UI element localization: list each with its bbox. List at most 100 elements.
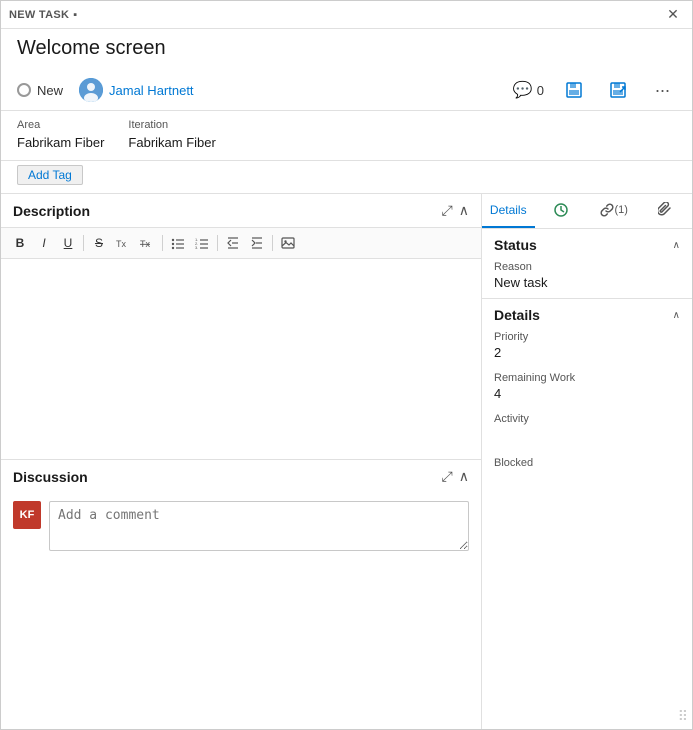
save-close-icon bbox=[609, 81, 627, 99]
blocked-label: Blocked bbox=[494, 457, 680, 469]
underline-button[interactable]: U bbox=[57, 232, 79, 254]
title-bar: NEW TASK ▪ ✕ bbox=[1, 1, 692, 29]
activity-value[interactable] bbox=[494, 427, 680, 445]
format-button-1[interactable]: Tx bbox=[112, 232, 134, 254]
ordered-list-icon: 1.2.3. bbox=[195, 236, 209, 250]
title-bar-modified-dot: ▪ bbox=[73, 9, 77, 21]
status-section-header[interactable]: Status ∧ bbox=[482, 229, 692, 257]
indent-button[interactable] bbox=[246, 232, 268, 254]
state-indicator[interactable]: New bbox=[17, 83, 63, 98]
comment-input[interactable] bbox=[49, 501, 469, 551]
italic-button[interactable]: I bbox=[33, 232, 55, 254]
save-close-button[interactable] bbox=[604, 76, 632, 104]
remaining-work-field: Remaining Work 4 bbox=[482, 368, 692, 409]
status-section: Status ∧ Reason New task bbox=[482, 229, 692, 298]
details-chevron-icon: ∧ bbox=[673, 310, 680, 321]
activity-label: Activity bbox=[494, 413, 680, 425]
avatar-image bbox=[79, 78, 103, 102]
toolbar-sep2 bbox=[162, 235, 163, 251]
discussion-expand-icon[interactable]: ⤢ bbox=[442, 468, 453, 485]
svg-text:Tx: Tx bbox=[140, 239, 150, 249]
tab-details[interactable]: Details bbox=[482, 194, 535, 228]
remaining-work-value[interactable]: 4 bbox=[494, 386, 680, 401]
title-bar-left: NEW TASK ▪ bbox=[9, 9, 77, 21]
unordered-list-icon bbox=[171, 236, 185, 250]
description-section: Description ⤢ ∧ B I U S Tx T bbox=[1, 194, 481, 459]
description-editor[interactable] bbox=[1, 259, 481, 459]
links-icon bbox=[599, 202, 615, 218]
collapse-icon[interactable]: ∧ bbox=[459, 202, 469, 219]
toolbar-sep3 bbox=[217, 235, 218, 251]
tab-attachment[interactable] bbox=[640, 194, 693, 228]
discussion-controls: ⤢ ∧ bbox=[442, 468, 469, 485]
tab-details-label: Details bbox=[490, 203, 527, 217]
priority-value[interactable]: 2 bbox=[494, 345, 680, 360]
ordered-list-button[interactable]: 1.2.3. bbox=[191, 232, 213, 254]
reason-label: Reason bbox=[494, 261, 680, 273]
format-button-2[interactable]: Tx bbox=[136, 232, 158, 254]
description-title: Description bbox=[13, 203, 90, 219]
resize-handle[interactable]: ⠿ bbox=[678, 708, 688, 725]
priority-label: Priority bbox=[494, 331, 680, 343]
add-tag-button[interactable]: Add Tag bbox=[17, 165, 83, 185]
work-item-window: NEW TASK ▪ ✕ Welcome screen New Jamal Ha… bbox=[0, 0, 693, 730]
description-toolbar: B I U S Tx Tx 1.2.3. bbox=[1, 227, 481, 259]
area-field: Area Fabrikam Fiber bbox=[17, 119, 104, 152]
discussion-collapse-icon[interactable]: ∧ bbox=[459, 468, 469, 485]
image-button[interactable] bbox=[277, 232, 299, 254]
strikethrough-button[interactable]: S bbox=[88, 232, 110, 254]
attachment-icon bbox=[658, 202, 674, 218]
left-panel: Description ⤢ ∧ B I U S Tx T bbox=[1, 194, 482, 729]
iteration-label: Iteration bbox=[128, 119, 215, 131]
format1-icon: Tx bbox=[116, 236, 130, 250]
svg-text:Tx: Tx bbox=[116, 239, 126, 249]
more-options-button[interactable]: ··· bbox=[648, 76, 676, 104]
title-bar-label: NEW TASK bbox=[9, 9, 69, 21]
tab-work[interactable] bbox=[535, 194, 588, 228]
avatar bbox=[79, 78, 103, 102]
discussion-section-header[interactable]: Discussion ⤢ ∧ bbox=[1, 460, 481, 493]
image-icon bbox=[281, 236, 295, 250]
tags-bar: Add Tag bbox=[1, 161, 692, 194]
outdent-button[interactable] bbox=[222, 232, 244, 254]
unordered-list-button[interactable] bbox=[167, 232, 189, 254]
main-content: Description ⤢ ∧ B I U S Tx T bbox=[1, 194, 692, 729]
assignee-name[interactable]: Jamal Hartnett bbox=[109, 83, 194, 98]
assignee[interactable]: Jamal Hartnett bbox=[79, 78, 194, 102]
comment-area: KF bbox=[1, 493, 481, 559]
svg-text:3.: 3. bbox=[195, 245, 198, 250]
blocked-value[interactable] bbox=[494, 471, 680, 489]
close-button[interactable]: ✕ bbox=[662, 4, 684, 26]
right-panel: Details (1) Status ∧ bbox=[482, 194, 692, 729]
save-icon bbox=[565, 81, 583, 99]
save-button[interactable] bbox=[560, 76, 588, 104]
state-circle-icon bbox=[17, 83, 31, 97]
comment-count: 0 bbox=[537, 83, 544, 98]
format2-icon: Tx bbox=[140, 236, 154, 250]
tab-links[interactable]: (1) bbox=[587, 194, 640, 228]
area-value[interactable]: Fabrikam Fiber bbox=[17, 133, 104, 152]
right-tabs: Details (1) bbox=[482, 194, 692, 229]
work-icon bbox=[553, 202, 569, 218]
discussion-title: Discussion bbox=[13, 469, 88, 485]
reason-value[interactable]: New task bbox=[494, 275, 680, 290]
iteration-value[interactable]: Fabrikam Fiber bbox=[128, 133, 215, 152]
status-section-title: Status bbox=[494, 237, 537, 253]
comment-icon: 💬 bbox=[513, 80, 533, 100]
priority-field: Priority 2 bbox=[482, 327, 692, 368]
expand-icon[interactable]: ⤢ bbox=[442, 202, 453, 219]
status-chevron-icon: ∧ bbox=[673, 240, 680, 251]
indent-icon bbox=[250, 236, 264, 250]
toolbar-sep4 bbox=[272, 235, 273, 251]
comment-badge[interactable]: 💬 0 bbox=[513, 80, 544, 100]
iteration-field: Iteration Fabrikam Fiber bbox=[128, 119, 215, 152]
details-right-section: Details ∧ Priority 2 Remaining Work 4 Ac… bbox=[482, 298, 692, 497]
bold-button[interactable]: B bbox=[9, 232, 31, 254]
area-label: Area bbox=[17, 119, 104, 131]
details-right-title: Details bbox=[494, 307, 540, 323]
toolbar-sep1 bbox=[83, 235, 84, 251]
details-right-section-header[interactable]: Details ∧ bbox=[482, 299, 692, 327]
commenter-avatar: KF bbox=[13, 501, 41, 529]
blocked-field: Blocked bbox=[482, 453, 692, 497]
description-section-header[interactable]: Description ⤢ ∧ bbox=[1, 194, 481, 227]
